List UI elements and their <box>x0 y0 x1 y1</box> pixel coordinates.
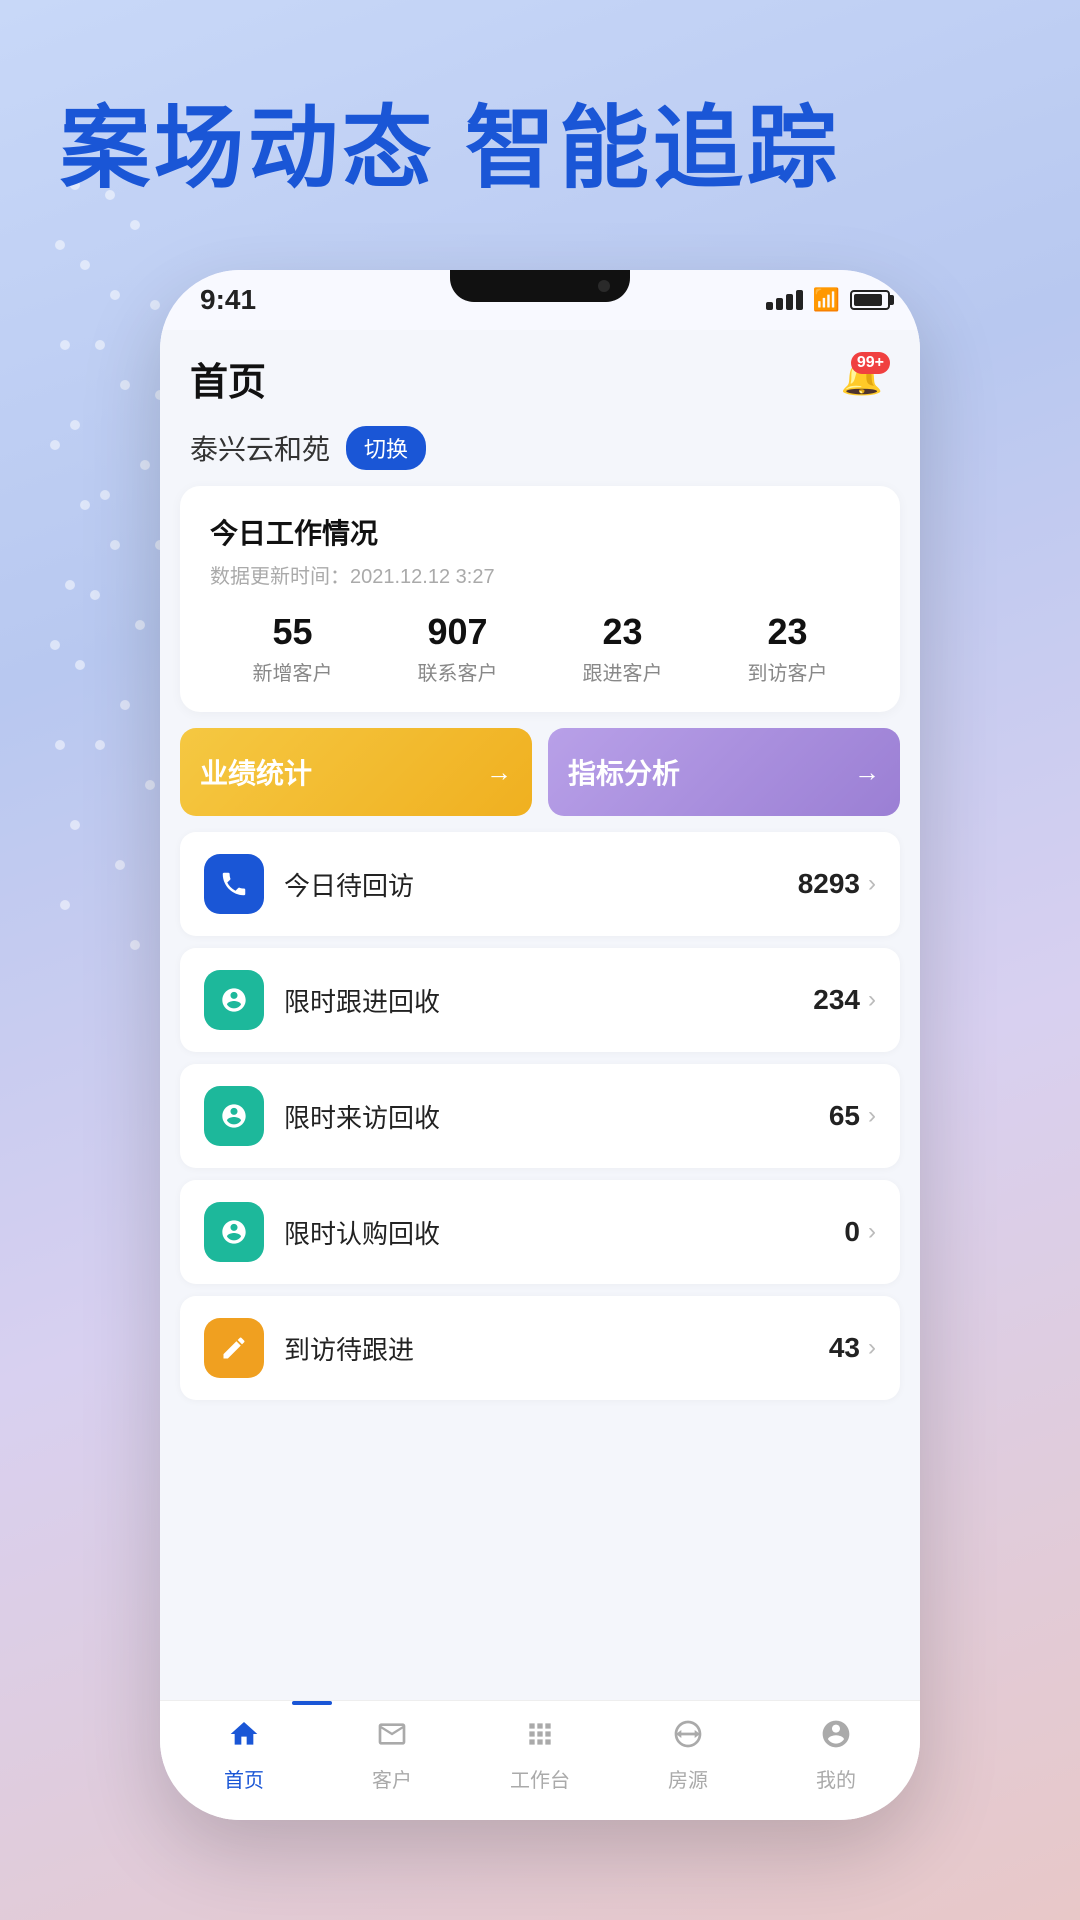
visit-followup-label: 到访待跟进 <box>284 1330 414 1367</box>
callback-icon <box>204 854 264 914</box>
visit-recycle-chevron: › <box>868 1102 876 1130</box>
list-item-visit-recycle[interactable]: 限时来访回收 65 › <box>180 1064 900 1168</box>
followup-recycle-label: 限时跟进回收 <box>284 982 440 1019</box>
stat-followup-customers-num: 23 <box>583 611 663 653</box>
subscription-recycle-icon <box>204 1202 264 1262</box>
nav-workbench-label: 工作台 <box>510 1764 570 1793</box>
visit-followup-chevron: › <box>868 1334 876 1362</box>
phone-content: 首页 🔔 99+ 泰兴云和苑 切换 今日工作情况 数据更新时间：2021.12.… <box>160 330 920 1820</box>
signal-bars <box>766 290 803 310</box>
status-time: 9:41 <box>200 284 256 315</box>
visit-followup-icon <box>204 1318 264 1378</box>
list-item-subscription-recycle[interactable]: 限时认购回收 0 › <box>180 1180 900 1284</box>
list-item-subscription-recycle-left: 限时认购回收 <box>204 1202 440 1262</box>
stat-new-customers-num: 55 <box>253 611 333 653</box>
action-buttons-row: 业绩统计 → 指标分析 → <box>180 728 900 816</box>
stat-new-customers: 55 新增客户 <box>253 611 333 686</box>
stat-contact-customers-num: 907 <box>418 611 498 653</box>
work-card-time: 数据更新时间：2021.12.12 3:27 <box>210 560 870 589</box>
wifi-icon: 📶 <box>813 287 840 313</box>
nav-home-label: 首页 <box>224 1764 264 1793</box>
phone-frame: 9:41 📶 首页 🔔 99+ 泰兴云和苑 <box>160 270 920 1820</box>
list-item-subscription-recycle-right: 0 › <box>844 1216 876 1248</box>
nav-customers-label: 客户 <box>372 1764 412 1793</box>
followup-recycle-chevron: › <box>868 986 876 1014</box>
list-item-visit-followup[interactable]: 到访待跟进 43 › <box>180 1296 900 1400</box>
nav-housing-label: 房源 <box>668 1764 708 1793</box>
phone-top-area: 9:41 📶 <box>160 270 920 330</box>
notification-badge: 99+ <box>851 352 890 374</box>
stat-visit-customers: 23 到访客户 <box>748 611 828 686</box>
project-bar: 泰兴云和苑 切换 <box>160 416 920 486</box>
project-name: 泰兴云和苑 <box>190 428 330 468</box>
battery-icon <box>850 290 890 310</box>
nav-mine[interactable]: 我的 <box>762 1718 910 1793</box>
subscription-recycle-count: 0 <box>844 1216 860 1248</box>
nav-active-indicator <box>292 1701 332 1705</box>
list-item-followup-recycle-right: 234 › <box>813 984 876 1016</box>
list-item-followup-recycle-left: 限时跟进回收 <box>204 970 440 1030</box>
hero-text: 案场动态 智能追踪 <box>60 100 841 199</box>
page-title: 首页 <box>190 351 266 406</box>
visit-followup-count: 43 <box>829 1332 860 1364</box>
work-card-title: 今日工作情况 <box>210 512 870 552</box>
indicator-analysis-label: 指标分析 <box>568 752 680 792</box>
nav-housing[interactable]: 房源 <box>614 1718 762 1793</box>
followup-recycle-count: 234 <box>813 984 860 1016</box>
list-item-callback[interactable]: 今日待回访 8293 › <box>180 832 900 936</box>
stat-contact-customers-label: 联系客户 <box>418 657 498 686</box>
notch <box>450 270 630 302</box>
home-icon <box>228 1718 260 1758</box>
camera <box>598 280 610 292</box>
list-item-visit-recycle-left: 限时来访回收 <box>204 1086 440 1146</box>
stat-visit-customers-label: 到访客户 <box>748 657 828 686</box>
stat-followup-customers-label: 跟进客户 <box>583 657 663 686</box>
performance-stats-label: 业绩统计 <box>200 752 312 792</box>
list-item-visit-followup-left: 到访待跟进 <box>204 1318 414 1378</box>
nav-customers[interactable]: 客户 <box>318 1718 466 1793</box>
performance-stats-button[interactable]: 业绩统计 → <box>180 728 532 816</box>
stat-new-customers-label: 新增客户 <box>253 657 333 686</box>
stat-visit-customers-num: 23 <box>748 611 828 653</box>
visit-recycle-count: 65 <box>829 1100 860 1132</box>
nav-workbench[interactable]: 工作台 <box>466 1718 614 1793</box>
followup-recycle-icon <box>204 970 264 1030</box>
performance-stats-arrow: → <box>486 757 512 788</box>
workbench-icon <box>524 1718 556 1758</box>
indicator-analysis-arrow: → <box>854 757 880 788</box>
callback-count: 8293 <box>798 868 860 900</box>
stat-followup-customers: 23 跟进客户 <box>583 611 663 686</box>
subscription-recycle-chevron: › <box>868 1218 876 1246</box>
work-status-card: 今日工作情况 数据更新时间：2021.12.12 3:27 55 新增客户 90… <box>180 486 900 712</box>
visit-recycle-label: 限时来访回收 <box>284 1098 440 1135</box>
mine-icon <box>820 1718 852 1758</box>
indicator-analysis-button[interactable]: 指标分析 → <box>548 728 900 816</box>
customers-icon <box>376 1718 408 1758</box>
app-header: 首页 🔔 99+ <box>160 330 920 416</box>
work-stats: 55 新增客户 907 联系客户 23 跟进客户 23 到访客户 <box>210 611 870 686</box>
bottom-nav: 首页 客户 工作台 <box>160 1700 920 1820</box>
nav-home[interactable]: 首页 <box>170 1718 318 1793</box>
housing-icon <box>672 1718 704 1758</box>
list-item-callback-left: 今日待回访 <box>204 854 414 914</box>
list-item-visit-followup-right: 43 › <box>829 1332 876 1364</box>
notification-button[interactable]: 🔔 99+ <box>834 350 890 406</box>
nav-mine-label: 我的 <box>816 1764 856 1793</box>
callback-label: 今日待回访 <box>284 866 414 903</box>
list-item-followup-recycle[interactable]: 限时跟进回收 234 › <box>180 948 900 1052</box>
visit-recycle-icon <box>204 1086 264 1146</box>
list-item-callback-right: 8293 › <box>798 868 876 900</box>
list-item-visit-recycle-right: 65 › <box>829 1100 876 1132</box>
switch-project-button[interactable]: 切换 <box>346 426 426 470</box>
subscription-recycle-label: 限时认购回收 <box>284 1214 440 1251</box>
callback-chevron: › <box>868 870 876 898</box>
stat-contact-customers: 907 联系客户 <box>418 611 498 686</box>
